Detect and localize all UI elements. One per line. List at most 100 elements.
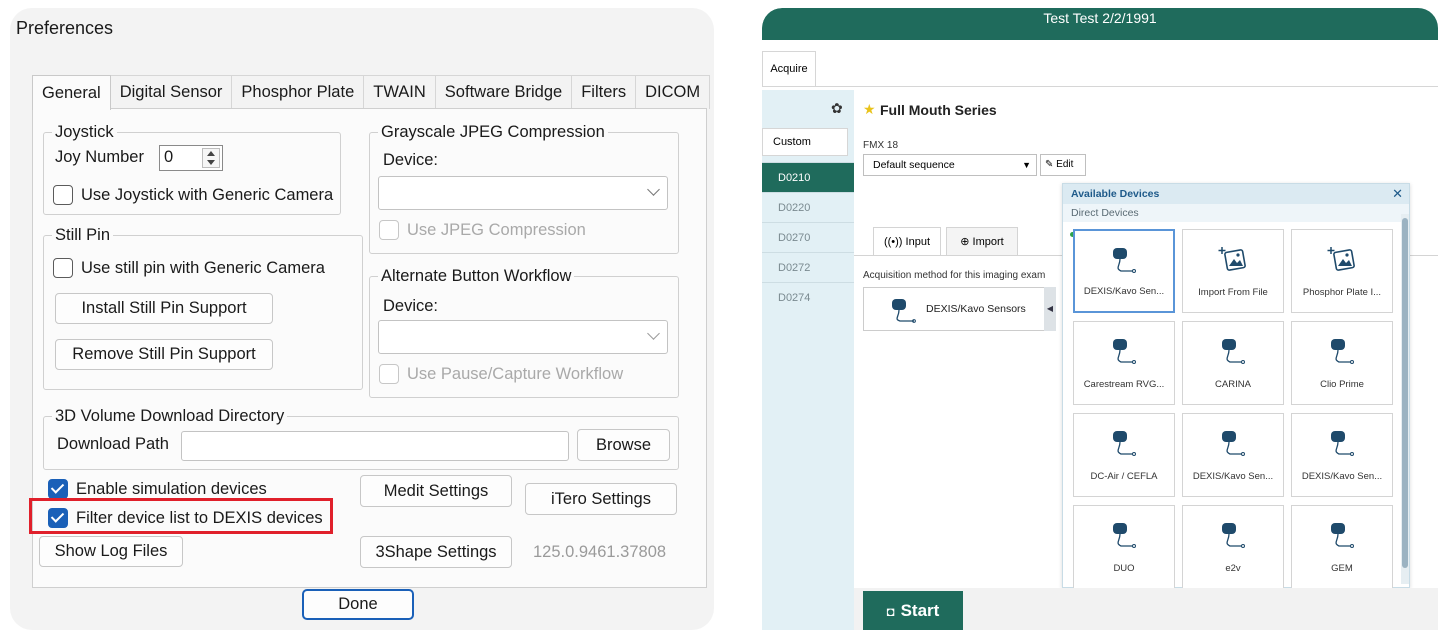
enable-simulation-checkbox[interactable]	[48, 479, 68, 499]
tab-digital-sensor[interactable]: Digital Sensor	[109, 75, 233, 109]
tile-dexis-kavo-3[interactable]: DEXIS/Kavo Sen...	[1291, 413, 1393, 497]
download-path-input[interactable]	[181, 431, 569, 461]
import-image-icon	[1327, 247, 1355, 271]
tile-label: DUO	[1113, 563, 1135, 574]
tab-dicom[interactable]: DICOM	[635, 75, 711, 109]
tile-label: Clio Prime	[1320, 379, 1364, 390]
tab-import[interactable]: ⊕ Import	[946, 227, 1018, 255]
3shape-settings-button[interactable]: 3Shape Settings	[360, 536, 512, 568]
volume-download-group-title: 3D Volume Download Directory	[52, 406, 288, 426]
tile-gem[interactable]: GEM	[1291, 505, 1393, 589]
joystick-group: Joystick Joy Number 0 Use Joystick with …	[43, 122, 341, 215]
sensor-icon	[1222, 431, 1245, 456]
use-jpeg-compression-label: Use JPEG Compression	[407, 221, 586, 239]
tile-phosphor-plate[interactable]: Phosphor Plate I...	[1291, 229, 1393, 313]
version-text: 125.0.9461.37808	[533, 543, 667, 561]
edit-label: Edit	[1056, 159, 1074, 170]
tile-carestream-rvg[interactable]: Carestream RVG...	[1073, 321, 1175, 405]
show-log-files-button[interactable]: Show Log Files	[39, 536, 183, 567]
sensor-icon	[1331, 339, 1354, 364]
browse-button[interactable]: Browse	[577, 429, 670, 461]
tile-e2v[interactable]: e2v	[1182, 505, 1284, 589]
tile-label: e2v	[1225, 563, 1241, 574]
tile-duo[interactable]: DUO	[1073, 505, 1175, 589]
itero-settings-button[interactable]: iTero Settings	[525, 483, 677, 515]
tile-clio-prime[interactable]: Clio Prime	[1291, 321, 1393, 405]
import-tab-label: Import	[972, 236, 1004, 248]
import-image-icon	[1218, 247, 1246, 271]
grayscale-device-select[interactable]	[378, 176, 668, 210]
acquire-app: Test Test 2/2/1991 Acquire ✿ Custom D021…	[762, 8, 1438, 630]
available-devices-panel: Available Devices ✕ Direct Devices DEXIS…	[1062, 183, 1410, 589]
sensor-icon	[1222, 523, 1245, 548]
use-jpeg-compression-checkbox[interactable]	[379, 220, 399, 240]
start-label: Start	[900, 601, 940, 620]
stepper-arrows[interactable]	[202, 148, 220, 168]
star-icon: ★	[863, 101, 876, 117]
tab-bar: General Digital Sensor Phosphor Plate TW…	[32, 75, 711, 110]
tab-input[interactable]: ((•)) Input	[873, 227, 941, 255]
tile-label: DEXIS/Kavo Sen...	[1083, 286, 1165, 297]
volume-download-group: 3D Volume Download Directory Download Pa…	[43, 406, 679, 470]
sidebar-item-d0272[interactable]: D0272	[762, 252, 854, 282]
sensor-icon	[1222, 339, 1245, 364]
highlight-annotation	[29, 498, 333, 534]
joy-number-label: Joy Number	[55, 148, 144, 166]
scrollbar-thumb[interactable]	[1402, 218, 1408, 568]
medit-settings-button[interactable]: Medit Settings	[360, 475, 512, 507]
joy-number-stepper[interactable]: 0	[159, 145, 223, 171]
tile-label: CARINA	[1215, 379, 1251, 390]
sensor-icon	[1113, 339, 1136, 364]
custom-tab[interactable]: Custom	[762, 128, 848, 156]
tile-dc-air-cefla[interactable]: DC-Air / CEFLA	[1073, 413, 1175, 497]
remove-still-pin-button[interactable]: Remove Still Pin Support	[55, 339, 273, 370]
tab-acquire[interactable]: Acquire	[762, 51, 816, 87]
tab-software-bridge[interactable]: Software Bridge	[434, 75, 573, 109]
tile-label: DC-Air / CEFLA	[1090, 471, 1158, 482]
alternate-button-workflow-title: Alternate Button Workflow	[378, 266, 575, 286]
chevron-down-icon	[647, 327, 660, 340]
done-button[interactable]: Done	[302, 589, 414, 620]
sensor-button-label: DEXIS/Kavo Sensors	[926, 303, 1026, 315]
tile-carina[interactable]: CARINA	[1182, 321, 1284, 405]
plus-circle-icon: ⊕	[960, 236, 970, 248]
pencil-icon: ✎	[1045, 159, 1054, 170]
use-joystick-generic-camera-checkbox[interactable]	[53, 185, 73, 205]
sidebar: ✿ Custom D0210 D0220 D0270 D0272 D0274	[762, 90, 854, 630]
edit-button[interactable]: ✎ Edit	[1040, 154, 1086, 176]
sidebar-item-d0270[interactable]: D0270	[762, 222, 854, 252]
general-panel: Joystick Joy Number 0 Use Joystick with …	[29, 108, 707, 588]
alternate-button-workflow-group: Alternate Button Workflow Device: Use Pa…	[369, 266, 679, 398]
use-still-pin-generic-camera-checkbox[interactable]	[53, 258, 73, 278]
gear-icon[interactable]: ✿	[831, 100, 843, 117]
sidebar-item-d0274[interactable]: D0274	[762, 282, 854, 312]
caret-left-icon[interactable]: ◀	[1044, 287, 1056, 331]
tab-twain[interactable]: TWAIN	[363, 75, 436, 109]
tile-dexis-kavo-2[interactable]: DEXIS/Kavo Sen...	[1182, 413, 1284, 497]
close-icon[interactable]: ✕	[1392, 186, 1403, 202]
install-still-pin-button[interactable]: Install Still Pin Support	[55, 293, 273, 324]
sensor-button[interactable]: DEXIS/Kavo Sensors	[863, 287, 1049, 331]
window-title: Preferences	[16, 18, 114, 38]
tile-label: Import From File	[1198, 287, 1268, 298]
start-button[interactable]: ◘ Start	[863, 591, 963, 630]
tile-import-from-file[interactable]: Import From File	[1182, 229, 1284, 313]
sensor-icon	[1331, 431, 1354, 456]
tile-label: Carestream RVG...	[1083, 379, 1165, 390]
sidebar-item-d0210[interactable]: D0210	[762, 162, 854, 192]
tile-label: DEXIS/Kavo Sen...	[1301, 471, 1383, 482]
sidebar-item-d0220[interactable]: D0220	[762, 192, 854, 222]
enable-simulation-label: Enable simulation devices	[76, 480, 267, 498]
tab-phosphor-plate[interactable]: Phosphor Plate	[231, 75, 365, 109]
tab-filters[interactable]: Filters	[571, 75, 637, 109]
broadcast-icon: ((•))	[883, 236, 903, 248]
tile-dexis-kavo-1[interactable]: DEXIS/Kavo Sen...	[1073, 229, 1175, 313]
tab-general[interactable]: General	[32, 75, 111, 110]
sensor-icon	[1331, 523, 1354, 548]
alternate-device-select[interactable]	[378, 320, 668, 354]
sequence-value: Default sequence	[873, 159, 955, 171]
sensor-icon	[892, 299, 916, 323]
sequence-select[interactable]: Default sequence ▼	[863, 154, 1037, 176]
tab-divider	[762, 86, 1438, 87]
use-pause-capture-checkbox[interactable]	[379, 364, 399, 384]
